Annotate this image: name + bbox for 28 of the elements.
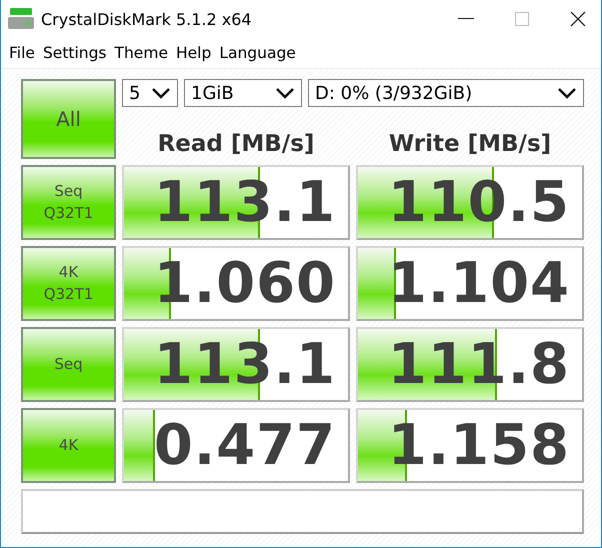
menu-item[interactable]: File	[5, 44, 39, 62]
minimize-icon	[458, 18, 474, 20]
column-header: Write [MB/s]	[388, 131, 552, 157]
drive-icon	[7, 7, 35, 31]
test-button[interactable]: Seq Q32T1	[21, 165, 116, 240]
result-value: 113.1	[154, 170, 336, 235]
menu-item[interactable]: Help	[172, 44, 216, 62]
chevron-down-icon	[557, 87, 577, 99]
test-button[interactable]: Seq	[21, 327, 116, 402]
chevron-down-icon	[275, 87, 295, 99]
result-value: 0.477	[154, 413, 336, 478]
run-all-button[interactable]: All	[21, 79, 116, 159]
count-dropdown[interactable]: 5	[122, 79, 178, 107]
size-dropdown[interactable]: 1GiB	[184, 79, 302, 107]
result-value: 110.5	[388, 170, 570, 235]
maximize-icon	[515, 12, 529, 26]
close-icon	[570, 11, 586, 27]
menu-item[interactable]: Language	[215, 44, 300, 62]
column-header: Read [MB/s]	[156, 131, 316, 157]
window-title: CrystalDiskMark 5.1.2 x64	[41, 10, 253, 28]
menu-item[interactable]: Settings	[38, 44, 111, 62]
drive-dropdown[interactable]: D: 0% (3/932GiB)	[308, 79, 584, 107]
menu-item[interactable]: Theme	[110, 44, 172, 62]
comment-field[interactable]	[21, 489, 584, 534]
test-button[interactable]: 4K	[21, 408, 116, 483]
result-value: 113.1	[154, 332, 336, 397]
test-button[interactable]: 4K Q32T1	[21, 246, 116, 321]
chevron-down-icon	[151, 87, 171, 99]
